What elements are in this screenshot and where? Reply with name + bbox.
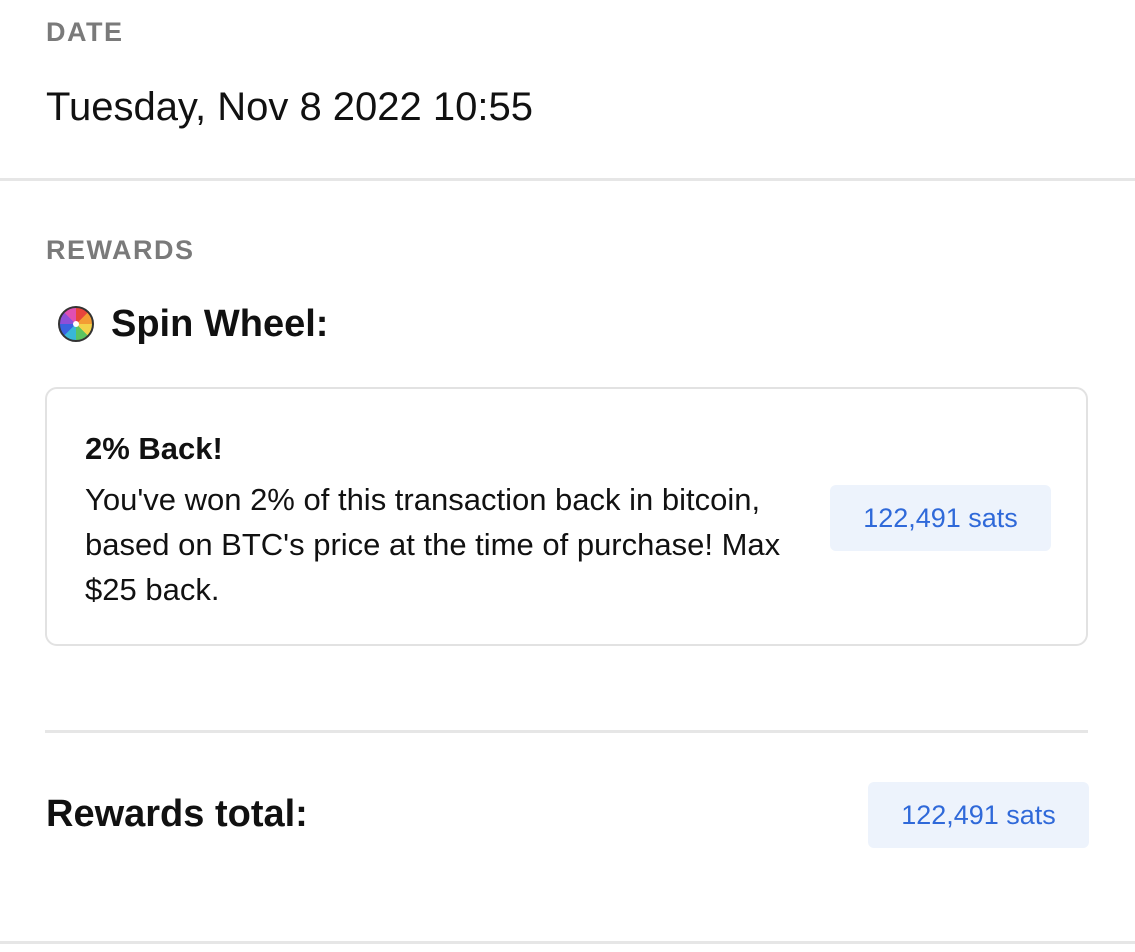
reward-card-description: You've won 2% of this transaction back i… — [85, 482, 781, 607]
transaction-date: Tuesday, Nov 8 2022 10:55 — [46, 85, 533, 129]
spin-wheel-title: Spin Wheel: — [111, 302, 329, 345]
rewards-total-label: Rewards total: — [46, 793, 308, 835]
divider — [0, 178, 1135, 181]
reward-card-title: 2% Back! — [85, 431, 223, 466]
reward-card: 2% Back! You've won 2% of this transacti… — [45, 387, 1088, 646]
spin-wheel-icon — [58, 306, 94, 342]
spin-wheel-heading: Spin Wheel: — [58, 298, 328, 350]
reward-amount-badge: 122,491 sats — [830, 485, 1051, 551]
rewards-section-label: REWARDS — [46, 235, 195, 265]
divider — [0, 941, 1135, 944]
date-section-label: DATE — [46, 17, 124, 47]
rewards-total-badge: 122,491 sats — [868, 782, 1089, 848]
divider — [45, 730, 1088, 733]
